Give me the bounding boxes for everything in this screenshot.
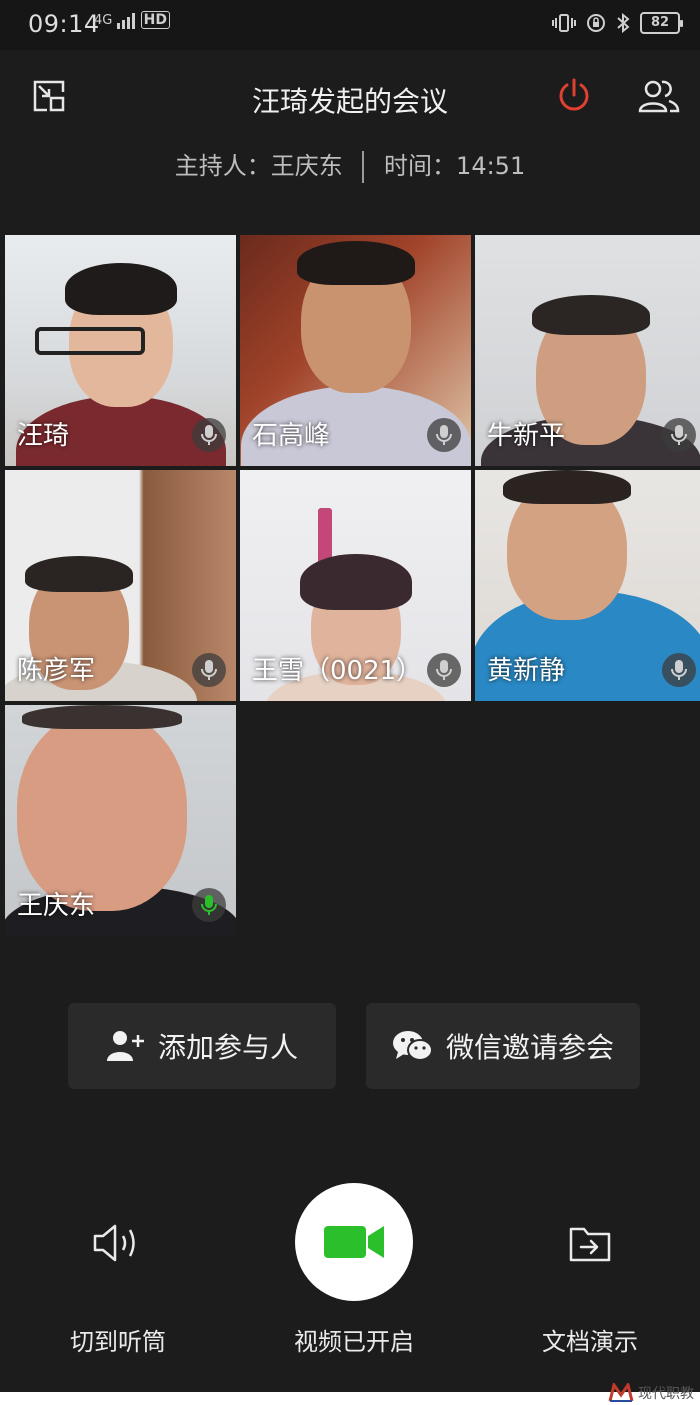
bluetooth-icon — [617, 13, 630, 33]
participant-tile[interactable]: 陈彦军 — [5, 470, 236, 701]
add-user-icon — [106, 1031, 144, 1061]
earpiece-button[interactable] — [88, 1215, 148, 1271]
participant-tile[interactable]: 王雪（0021） — [240, 470, 471, 701]
meeting-header: 汪琦发起的会议 — [0, 50, 700, 150]
speaker-icon — [93, 1224, 135, 1262]
participant-video — [22, 705, 183, 729]
participant-video — [64, 263, 177, 315]
hd-label: HD — [140, 11, 170, 29]
participant-name: 牛新平 — [487, 421, 566, 451]
wechat-invite-button[interactable]: 微信邀请参会 — [366, 1003, 640, 1089]
add-participant-button[interactable]: 添加参与人 — [68, 1003, 336, 1089]
footer-strip — [0, 1392, 700, 1405]
participant-tile[interactable]: 黄新静 — [475, 470, 700, 701]
participant-name: 王雪（0021） — [252, 656, 423, 686]
vibrate-icon — [552, 14, 576, 32]
participant-video — [24, 556, 133, 592]
mic-muted-icon — [427, 418, 461, 452]
participant-tile[interactable]: 王庆东 — [5, 705, 236, 936]
watermark-text: 现代职教 — [638, 1386, 694, 1402]
participant-video — [299, 554, 412, 610]
status-bar: 09:14 4G HD 82 — [0, 0, 700, 50]
status-time: 09:14 — [28, 10, 100, 38]
add-participant-label: 添加参与人 — [157, 1031, 298, 1064]
participants-icon — [638, 80, 680, 113]
battery-indicator: 82 — [640, 12, 683, 34]
video-label: 视频已开启 — [294, 1328, 414, 1356]
doc-share-button[interactable] — [562, 1215, 618, 1271]
mic-active-icon — [192, 888, 226, 922]
participant-name: 陈彦军 — [17, 656, 96, 686]
signal-icon — [116, 12, 135, 29]
meeting-time: 时间：14:51 — [384, 152, 526, 180]
meeting-title: 汪琦发起的会议 — [251, 85, 448, 118]
mic-muted-icon — [427, 653, 461, 687]
meeting-info: 主持人：王庆东 时间：14:51 — [0, 146, 700, 183]
folder-share-icon — [569, 1227, 611, 1262]
info-divider — [362, 151, 365, 183]
video-toggle-button[interactable] — [295, 1183, 413, 1301]
earpiece-label: 切到听筒 — [70, 1328, 166, 1356]
wechat-icon — [392, 1031, 433, 1061]
minimize-window-icon — [33, 80, 65, 112]
participant-name: 王庆东 — [17, 891, 96, 921]
network-indicator: 4G HD — [94, 11, 170, 29]
participants-button[interactable] — [636, 75, 682, 117]
video-camera-icon — [324, 1226, 384, 1258]
participant-name: 汪琦 — [17, 421, 70, 451]
host-label: 主持人：王庆东 — [174, 152, 343, 180]
participant-video — [296, 241, 415, 285]
participant-video — [503, 470, 632, 504]
end-meeting-button[interactable] — [553, 75, 595, 117]
participant-video — [17, 711, 188, 911]
participant-name: 黄新静 — [487, 656, 566, 686]
mic-muted-icon — [192, 418, 226, 452]
mic-muted-icon — [662, 653, 696, 687]
glasses — [35, 327, 145, 355]
minimize-button[interactable] — [28, 75, 70, 117]
doc-share-label: 文档演示 — [542, 1328, 638, 1356]
participant-video — [531, 295, 650, 335]
power-icon — [559, 78, 589, 111]
network-label: 4G — [94, 13, 113, 28]
watermark: 现代职教 — [608, 1383, 694, 1403]
watermark-logo — [608, 1383, 634, 1402]
status-icons: 82 — [552, 12, 683, 34]
lock-rotation-icon — [587, 14, 605, 32]
participant-tile[interactable]: 牛新平 — [475, 235, 700, 466]
participant-tile[interactable]: 石高峰 — [240, 235, 471, 466]
mic-muted-icon — [662, 418, 696, 452]
wechat-invite-label: 微信邀请参会 — [445, 1031, 614, 1064]
mic-muted-icon — [192, 653, 226, 687]
participant-name: 石高峰 — [252, 421, 331, 451]
participant-tile[interactable]: 汪琦 — [5, 235, 236, 466]
